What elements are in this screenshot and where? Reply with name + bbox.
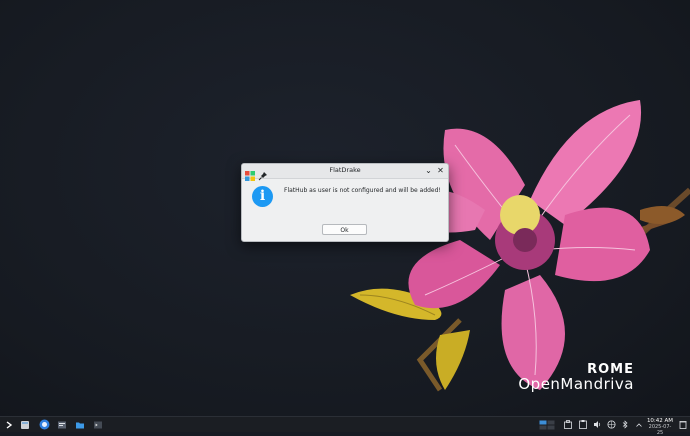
information-icon: i: [252, 186, 273, 207]
vault-icon[interactable]: [563, 418, 573, 431]
clock-date: 2025-07-25: [648, 424, 672, 436]
task-manager-icon[interactable]: [56, 418, 68, 431]
brand-line-2: OpenMandriva: [518, 375, 634, 393]
dialog-message: FlatHub as user is not configured and wi…: [284, 187, 441, 194]
network-icon[interactable]: [606, 418, 616, 431]
dialog-title: FlatDrake: [329, 166, 361, 174]
system-clock[interactable]: 10:42 AM 2025-07-25: [646, 418, 674, 436]
file-manager-icon[interactable]: [19, 418, 31, 431]
application-launcher-icon[interactable]: [3, 418, 15, 431]
terminal-icon[interactable]: [92, 418, 104, 431]
flatdrake-dialog: FlatDrake ⌄ ✕ i FlatHub as user is not c…: [241, 163, 449, 242]
folder-icon[interactable]: [74, 418, 86, 431]
virtual-desktop-pager[interactable]: [538, 418, 556, 431]
tray-expand-icon[interactable]: [634, 418, 644, 431]
volume-icon[interactable]: [592, 418, 602, 431]
close-icon[interactable]: ✕: [435, 165, 446, 176]
ok-button[interactable]: Ok: [322, 224, 367, 235]
dialog-titlebar[interactable]: FlatDrake ⌄ ✕: [242, 164, 448, 181]
bluetooth-icon[interactable]: [620, 418, 630, 431]
openmandriva-logo: ROME OpenMandriva: [518, 362, 634, 393]
flower-wallpaper-image: [350, 100, 690, 392]
trash-icon[interactable]: [678, 418, 688, 431]
web-browser-icon[interactable]: [38, 418, 50, 431]
clipboard-icon[interactable]: [578, 418, 588, 431]
taskbar: 10:42 AM 2025-07-25: [0, 416, 690, 436]
chevron-down-icon[interactable]: ⌄: [423, 165, 434, 176]
